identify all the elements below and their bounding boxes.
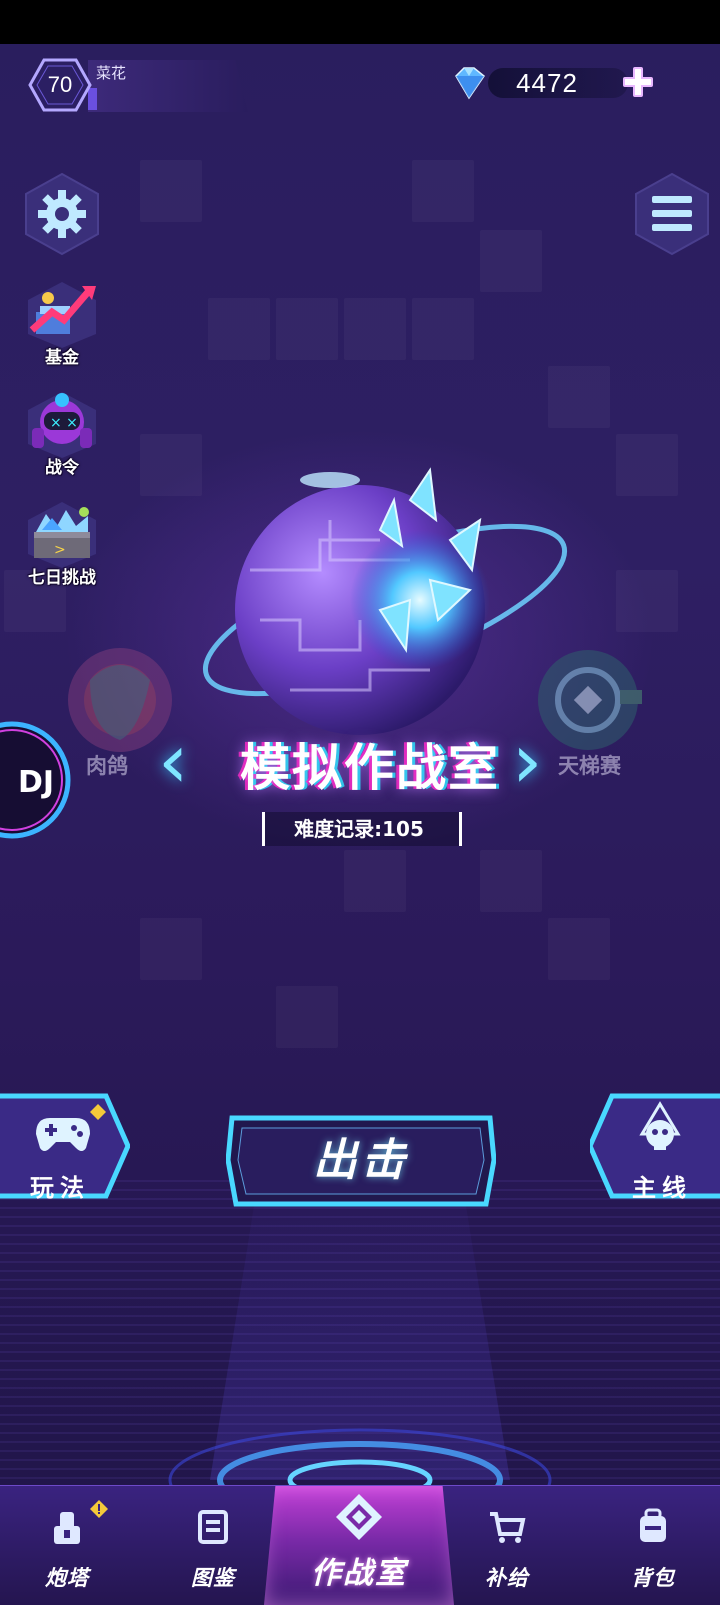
crystal-chest-icon: > (28, 502, 96, 568)
hamburger-icon (652, 196, 692, 231)
bg-tile (208, 298, 270, 360)
nav-codex-label: 图鉴 (191, 1566, 235, 1590)
gear-icon (38, 190, 86, 238)
turret-icon (54, 1512, 80, 1544)
bg-tile (276, 298, 338, 360)
game-screen: 70 菜花 4472 基金 × × 战令 > 七日挑战 肉鸽 天梯赛 ‹ › 模… (0, 0, 720, 1605)
attack-label: 出击 (313, 1135, 409, 1186)
bg-tile (344, 850, 406, 912)
bg-tile (480, 230, 542, 292)
bg-tile (412, 160, 474, 222)
bg-tile (616, 434, 678, 496)
battle-room-planet-icon[interactable] (180, 460, 580, 760)
bg-tile (548, 918, 610, 980)
mode-title: 模拟作战室 (240, 739, 500, 797)
nav-battle-room-label: 作战室 (311, 1556, 407, 1591)
dj-music-button[interactable]: DJ (0, 720, 72, 840)
add-gems-button[interactable] (620, 64, 656, 100)
nav-backpack-label: 背包 (631, 1566, 675, 1590)
player-name: 菜花 (96, 64, 127, 82)
settings-button[interactable] (24, 172, 100, 256)
bg-tile (412, 298, 474, 360)
bg-tile (480, 850, 542, 912)
bg-tile (140, 918, 202, 980)
svg-text:>: > (54, 542, 66, 558)
battle-room-diamond-icon (336, 1494, 382, 1540)
fund-label: 基金 (45, 348, 79, 368)
bg-tile (344, 298, 406, 360)
nav-tab-backpack[interactable]: 背包 (598, 1500, 708, 1600)
fund-button[interactable]: 基金 (22, 278, 102, 368)
bg-tile (276, 986, 338, 1048)
nav-supply-label: 补给 (485, 1566, 529, 1590)
seven-day-challenge-label: 七日挑战 (28, 568, 96, 588)
bg-tile (140, 160, 202, 222)
main-story-label: 主线 (632, 1174, 692, 1202)
cart-icon (490, 1512, 526, 1543)
nav-tab-turret[interactable]: 炮塔 (12, 1500, 122, 1600)
nav-turret-label: 炮塔 (45, 1566, 89, 1590)
codex-book-icon (198, 1510, 228, 1544)
mode-prev-label[interactable]: 肉鸽 (86, 750, 128, 780)
gameplay-label: 玩法 (30, 1174, 90, 1202)
gem-count: 4472 (516, 68, 578, 98)
svg-text:× ×: × × (50, 415, 78, 431)
seven-day-challenge-button[interactable]: > 七日挑战 (22, 498, 102, 588)
prev-mode-arrow[interactable]: ‹ (158, 716, 188, 805)
bg-tile (616, 570, 678, 632)
robot-pass-icon: × × (28, 392, 96, 458)
alert-badge-icon (90, 1500, 108, 1518)
fund-chart-icon (28, 282, 96, 348)
dj-label: DJ (18, 765, 54, 800)
battle-pass-button[interactable]: × × 战令 (22, 388, 102, 478)
battle-pass-label: 战令 (45, 458, 79, 478)
nav-tab-supply[interactable]: 补给 (452, 1500, 562, 1600)
backpack-icon (640, 1508, 666, 1542)
nav-tab-codex[interactable]: 图鉴 (158, 1500, 268, 1600)
player-level: 70 (47, 72, 73, 97)
diamond-icon (455, 67, 486, 100)
menu-button[interactable] (634, 172, 710, 256)
difficulty-record: 难度记录:105 (294, 817, 424, 841)
bg-tile (548, 366, 610, 428)
status-bar (0, 0, 720, 44)
